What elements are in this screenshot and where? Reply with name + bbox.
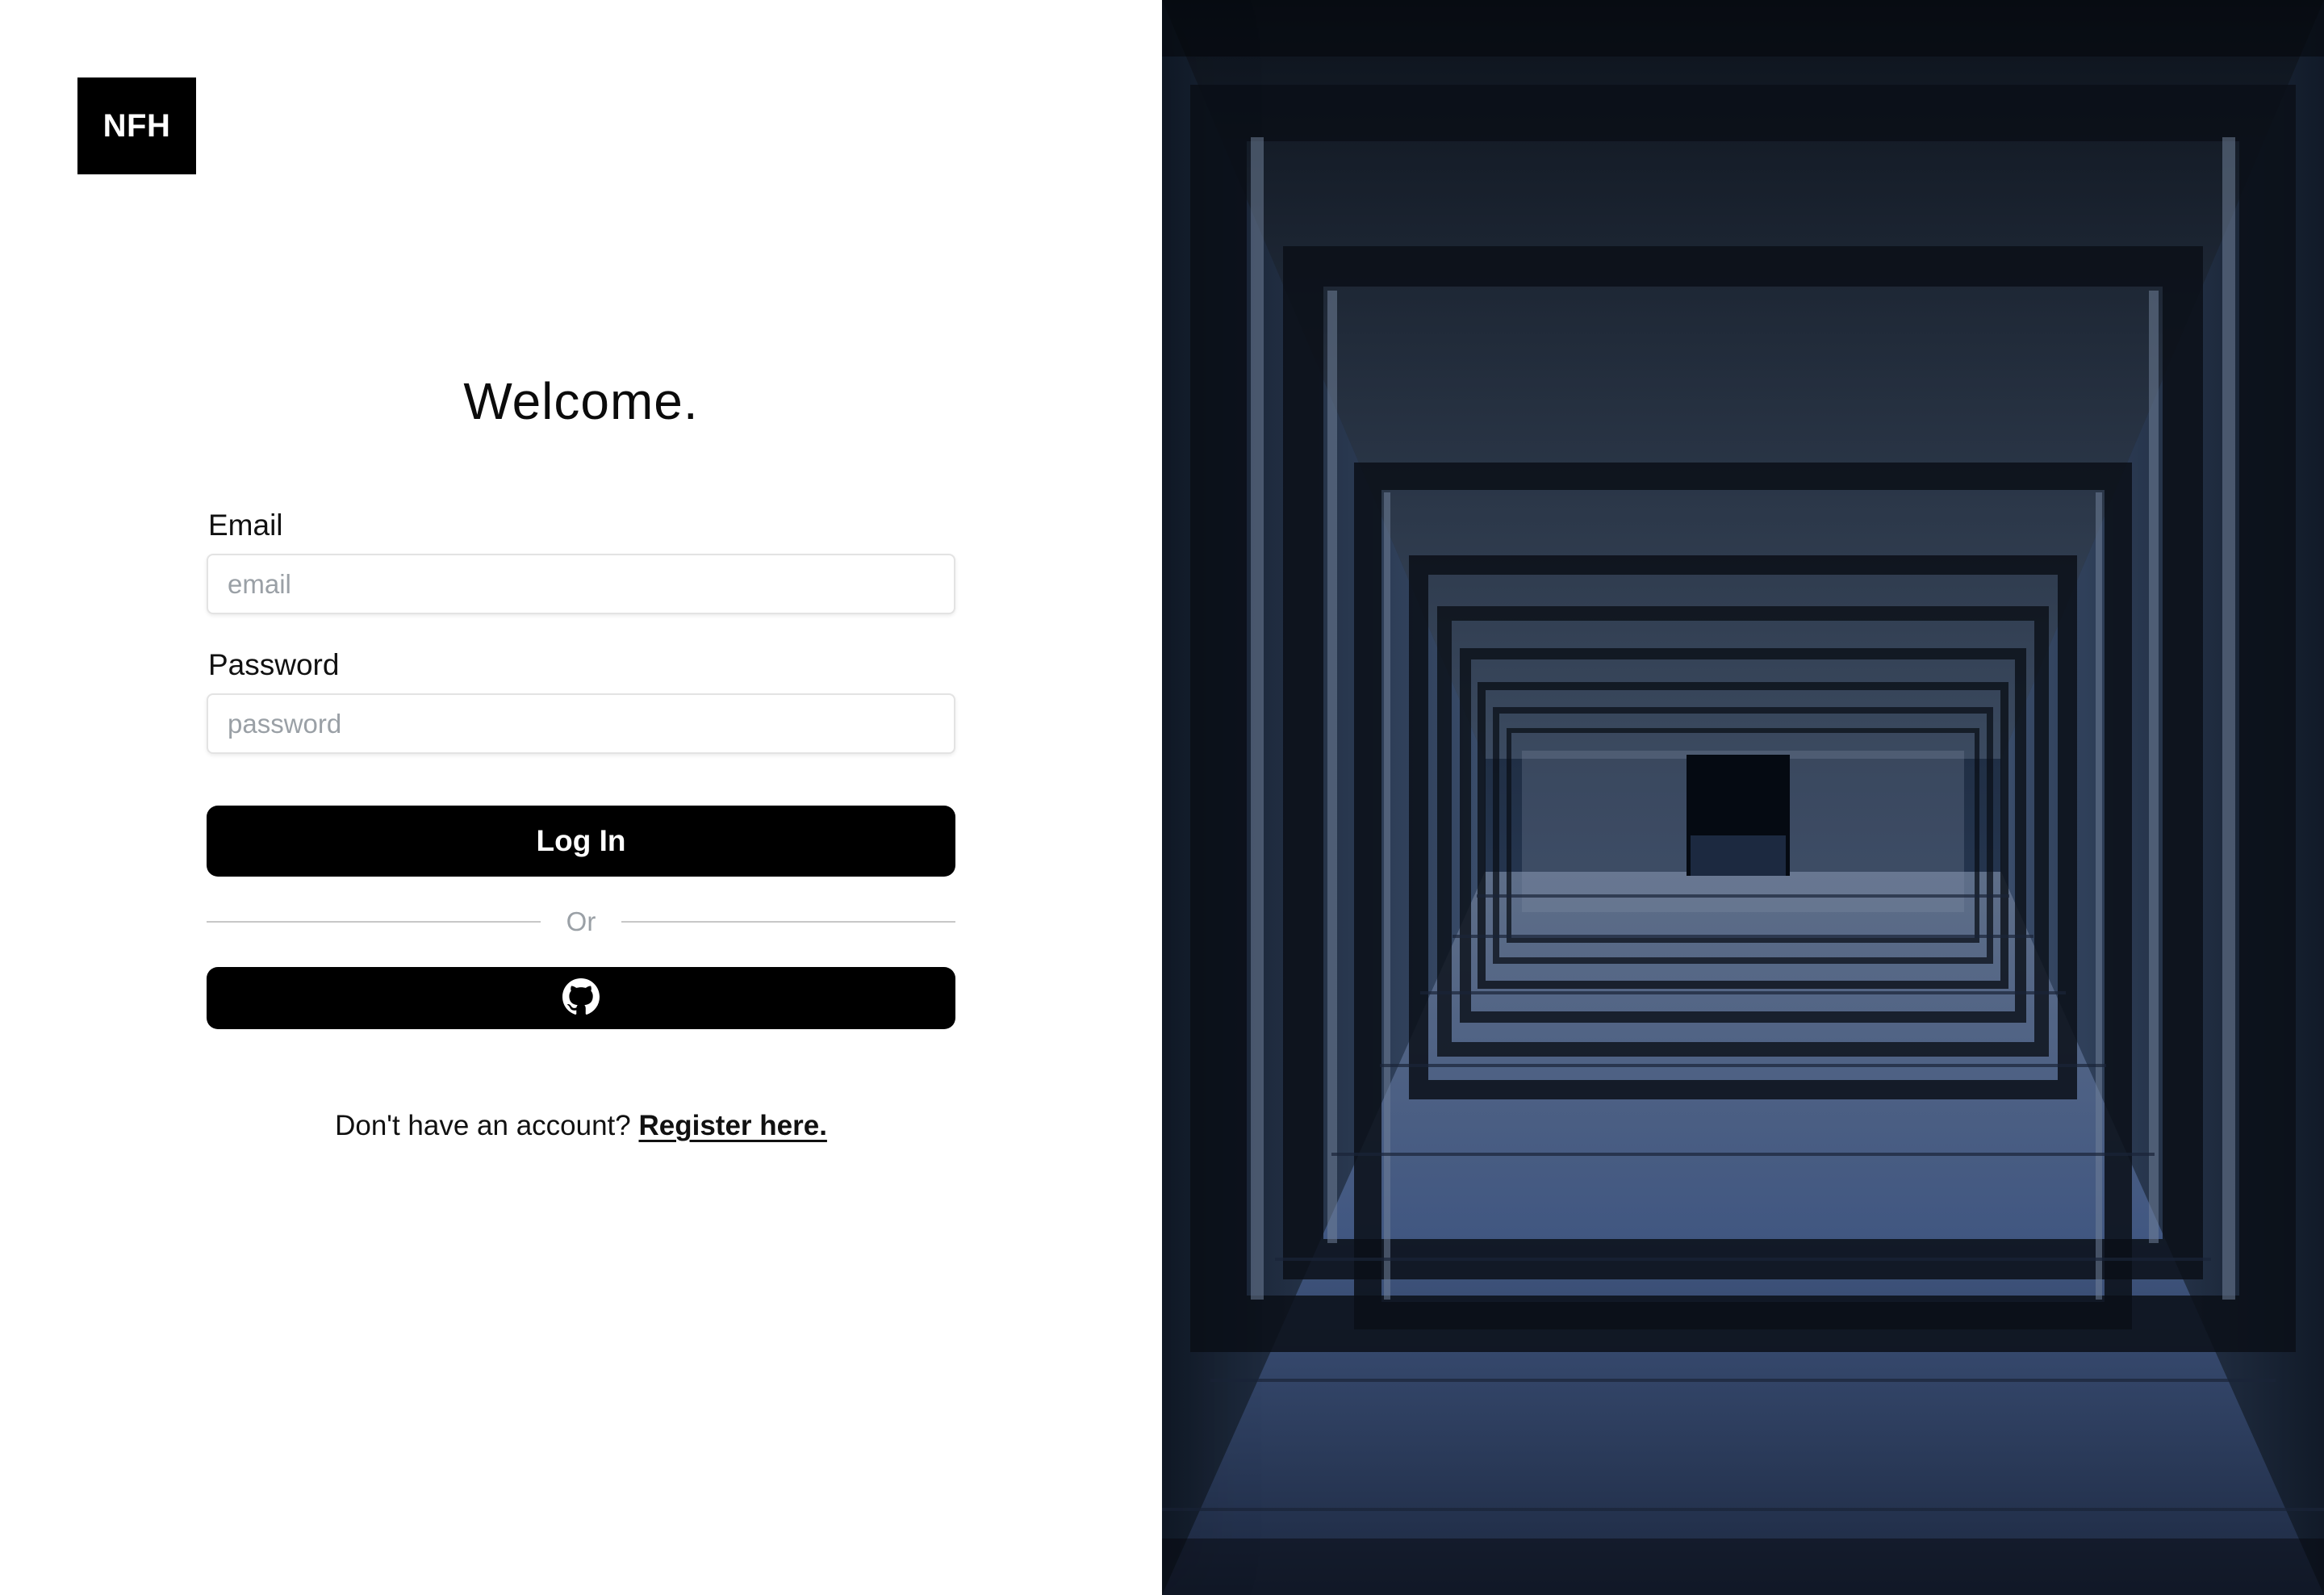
- login-panel: NFH Welcome. Email Password Log In Or: [0, 0, 1162, 1595]
- github-icon: [562, 978, 600, 1018]
- logo-text: NFH: [102, 107, 171, 144]
- divider-line-left: [207, 921, 541, 923]
- password-label: Password: [208, 648, 340, 681]
- github-login-button[interactable]: [207, 967, 955, 1029]
- login-form: Welcome. Email Password Log In Or: [207, 371, 956, 1142]
- corridor-photo: [1162, 0, 2324, 1595]
- email-field[interactable]: [207, 554, 955, 614]
- or-divider: Or: [207, 901, 956, 943]
- divider-line-right: [621, 921, 956, 923]
- login-page: NFH Welcome. Email Password Log In Or: [0, 0, 2324, 1595]
- hero-image: [1162, 0, 2324, 1595]
- page-title: Welcome.: [463, 372, 699, 430]
- register-link[interactable]: Register here.: [638, 1110, 826, 1141]
- login-button-label: Log In: [536, 824, 626, 857]
- password-field[interactable]: [207, 693, 955, 754]
- login-button[interactable]: Log In: [207, 806, 955, 877]
- logo[interactable]: NFH: [77, 77, 196, 174]
- divider-text: Or: [566, 906, 596, 936]
- register-prompt-text: Don't have an account?: [335, 1110, 631, 1141]
- email-label: Email: [208, 509, 283, 542]
- register-prompt: Don't have an account? Register here.: [207, 1110, 955, 1142]
